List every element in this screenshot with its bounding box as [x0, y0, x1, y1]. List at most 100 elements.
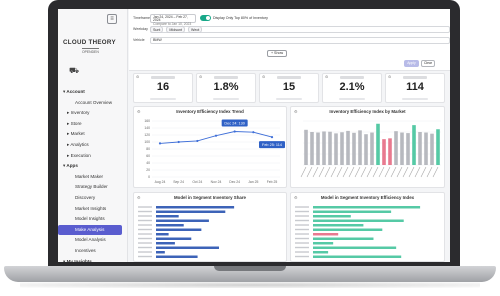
- bar[interactable]: [156, 206, 235, 209]
- data-point[interactable]: [252, 131, 255, 134]
- date-range-picker[interactable]: Jan 24, 2024 – Feb 27, 2024 Compare to J…: [150, 14, 196, 26]
- sidebar-item[interactable]: ▸ Execution: [58, 151, 128, 162]
- bar[interactable]: [430, 133, 434, 165]
- bar[interactable]: [313, 246, 397, 249]
- sidebar-item[interactable]: ▸ Market: [58, 129, 128, 140]
- kpi-card[interactable]: ⚙ 114: [385, 73, 445, 103]
- bar[interactable]: [313, 206, 421, 209]
- y-tick-label: [138, 255, 152, 258]
- bar[interactable]: [156, 251, 165, 254]
- data-point[interactable]: [214, 134, 218, 137]
- weekday-chip[interactable]: Midsunt: [166, 26, 185, 33]
- bar[interactable]: [156, 210, 226, 213]
- x-tick-label: [360, 166, 367, 178]
- bar[interactable]: [364, 134, 368, 165]
- bar[interactable]: [313, 255, 402, 258]
- y-tick-label: [295, 228, 309, 231]
- bar[interactable]: [412, 125, 416, 165]
- apply-button[interactable]: Apply: [404, 60, 419, 67]
- bar[interactable]: [358, 130, 362, 165]
- bar[interactable]: [328, 131, 332, 165]
- bar[interactable]: [400, 132, 404, 165]
- data-point[interactable]: [233, 130, 236, 133]
- gear-icon[interactable]: ⚙: [136, 75, 139, 79]
- bar[interactable]: [313, 251, 329, 254]
- kpi-card[interactable]: ⚙ 15: [259, 73, 319, 103]
- gear-icon[interactable]: ⚙: [388, 75, 391, 79]
- bar[interactable]: [313, 233, 339, 236]
- store-icon[interactable]: ⛟: [69, 66, 79, 75]
- sidebar-item[interactable]: Discovery: [58, 193, 128, 204]
- bar[interactable]: [313, 219, 404, 222]
- sidebar-item[interactable]: ▸ Inventory: [58, 108, 128, 119]
- y-tick-label: [138, 206, 152, 208]
- data-point[interactable]: [270, 136, 274, 139]
- data-point[interactable]: [158, 142, 162, 145]
- show-more-button[interactable]: + Show: [267, 50, 287, 57]
- sidebar-item[interactable]: ▾ Account: [58, 87, 128, 98]
- bar[interactable]: [382, 139, 386, 165]
- kpi-card[interactable]: ⚙ 16: [133, 73, 193, 103]
- bar[interactable]: [156, 242, 175, 245]
- bar[interactable]: [346, 130, 350, 165]
- sidebar-item[interactable]: Make Analysis: [58, 224, 122, 236]
- bar[interactable]: [156, 219, 209, 222]
- bar[interactable]: [313, 228, 383, 231]
- gear-icon[interactable]: ⚙: [325, 75, 328, 79]
- y-tick-label: 40: [146, 161, 150, 165]
- vehicle-select[interactable]: BMW: [150, 37, 450, 44]
- x-tick-label: [318, 166, 325, 178]
- bar[interactable]: [388, 138, 392, 165]
- bar[interactable]: [370, 132, 374, 165]
- bar[interactable]: [156, 246, 219, 249]
- sidebar-item[interactable]: ▸ Analytics: [58, 140, 128, 151]
- share-panel: ⚙ Model in Segment Inventory Share: [133, 192, 287, 262]
- kpi-value: 16: [156, 81, 170, 93]
- bar[interactable]: [310, 132, 314, 165]
- bar[interactable]: [340, 132, 344, 165]
- sidebar-item[interactable]: ▾ Apps: [58, 161, 128, 172]
- weekday-chip[interactable]: Sunt: [150, 26, 164, 33]
- sidebar-item[interactable]: Model Analysis: [58, 235, 128, 246]
- bar[interactable]: [418, 132, 422, 165]
- bar[interactable]: [156, 237, 192, 240]
- bar[interactable]: [436, 129, 440, 165]
- bar[interactable]: [156, 255, 198, 258]
- gear-icon[interactable]: ⚙: [262, 75, 265, 79]
- bar[interactable]: [156, 215, 179, 218]
- sidebar-item[interactable]: Market Insights: [58, 204, 128, 215]
- sidebar-item[interactable]: Model Insights: [58, 214, 128, 225]
- gear-icon[interactable]: ⚙: [199, 75, 202, 79]
- sidebar-item[interactable]: ▸ Store: [58, 119, 128, 130]
- bar[interactable]: [424, 132, 428, 165]
- bar[interactable]: [313, 224, 364, 227]
- bar[interactable]: [156, 228, 202, 231]
- bar[interactable]: [156, 233, 169, 236]
- kpi-card[interactable]: ⚙ 1.8%: [196, 73, 256, 103]
- clear-button[interactable]: Clear: [421, 60, 435, 67]
- bar[interactable]: [376, 123, 380, 165]
- bar[interactable]: [316, 132, 320, 165]
- sidebar-item[interactable]: Market Maker: [58, 172, 128, 183]
- bar[interactable]: [156, 224, 184, 227]
- sidebar-item[interactable]: Account Overview: [58, 98, 128, 109]
- bar[interactable]: [313, 242, 334, 245]
- sidebar-item[interactable]: ▾ My Insights: [58, 257, 128, 263]
- menu-toggle-icon[interactable]: ≡: [107, 14, 117, 24]
- bar[interactable]: [313, 210, 392, 213]
- kpi-card[interactable]: ⚙ 2.1%: [322, 73, 382, 103]
- sidebar-item[interactable]: Incentives: [58, 246, 128, 257]
- bar[interactable]: [334, 133, 338, 165]
- bar[interactable]: [313, 237, 374, 240]
- data-point[interactable]: [177, 140, 180, 144]
- bar[interactable]: [322, 131, 326, 165]
- data-point[interactable]: [196, 139, 199, 143]
- bar[interactable]: [352, 132, 356, 165]
- bar[interactable]: [313, 215, 351, 218]
- sidebar-item[interactable]: Strategy Builder: [58, 182, 128, 193]
- weekday-chip[interactable]: Weot: [188, 26, 203, 33]
- bar[interactable]: [406, 133, 410, 165]
- bar[interactable]: [304, 129, 308, 165]
- top-inventory-toggle[interactable]: [200, 15, 211, 21]
- bar[interactable]: [394, 131, 398, 165]
